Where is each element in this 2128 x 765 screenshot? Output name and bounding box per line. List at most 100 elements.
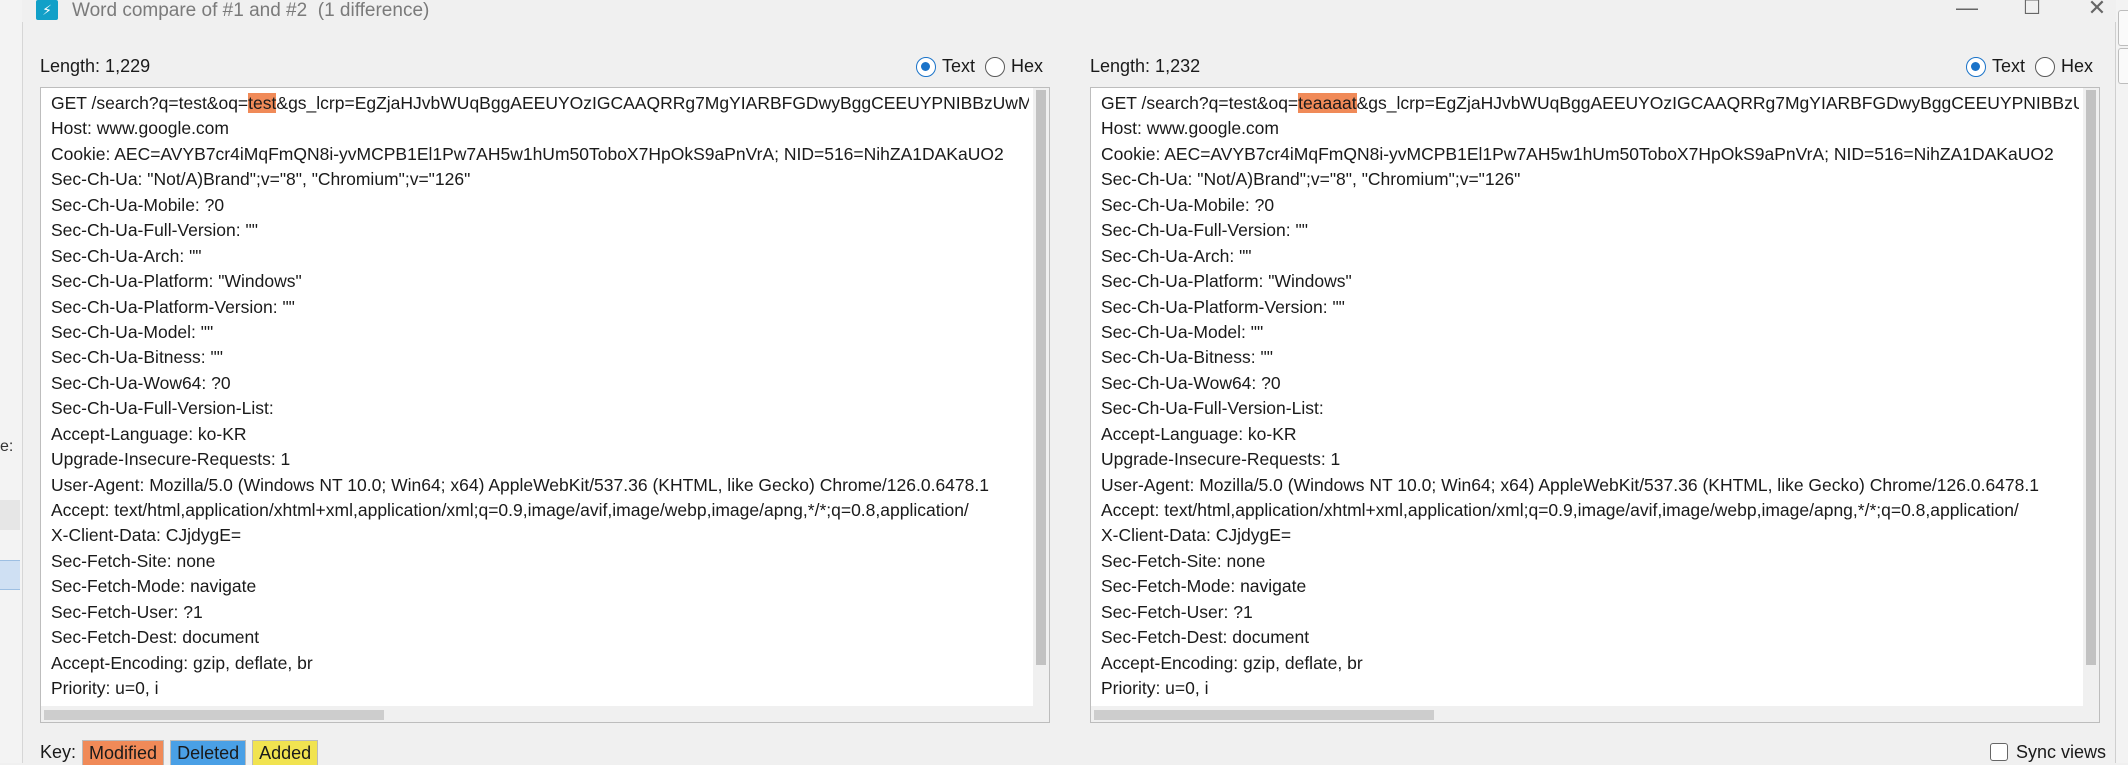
text-segment: X-Client-Data: CJjdygE= [1101, 525, 1292, 546]
text-segment: Sec-Ch-Ua-Full-Version: "" [51, 220, 258, 241]
left-hex-radio[interactable]: Hex [985, 56, 1043, 77]
text-segment: Sec-Fetch-Site: none [51, 550, 216, 571]
right-pane-header: Length: 1,232 Text Hex [1090, 56, 2102, 80]
text-segment: GET /search?q=test&oq= [1101, 93, 1299, 113]
text-segment: Sec-Ch-Ua-Model: "" [51, 321, 214, 342]
text-line: GET /search?q=test&oq=teaaaat&gs_lcrp=Eg… [1101, 91, 2079, 116]
left-text-lines: GET /search?q=test&oq=test&gs_lcrp=EgZja… [51, 91, 1029, 702]
right-horizontal-scroll-thumb[interactable] [1094, 710, 1434, 720]
text-segment: User-Agent: Mozilla/5.0 (Windows NT 10.0… [1101, 474, 2039, 495]
radio-unselected-icon [985, 56, 1006, 77]
text-segment: Sec-Ch-Ua: "Not/A)Brand";v="8", "Chromiu… [51, 169, 471, 190]
text-line: Sec-Ch-Ua-Platform-Version: "" [1101, 295, 2079, 320]
text-line: Accept-Encoding: gzip, deflate, br [1101, 651, 2079, 676]
text-line: X-Client-Data: CJjdygE= [1101, 523, 2079, 548]
text-segment: Cookie: AEC=AVYB7cr4iMqFmQN8i-yvMCPB1El1… [1101, 143, 2054, 164]
left-text-area[interactable]: GET /search?q=test&oq=test&gs_lcrp=EgZja… [40, 87, 1050, 723]
text-line: Sec-Fetch-Site: none [51, 549, 1029, 574]
sync-views-label: Sync views [2016, 741, 2107, 762]
text-segment: Upgrade-Insecure-Requests: 1 [1101, 449, 1341, 470]
text-segment: User-Agent: Mozilla/5.0 (Windows NT 10.0… [51, 474, 989, 495]
text-line: Sec-Ch-Ua-Full-Version-List: [1101, 396, 2079, 421]
text-line: Accept: text/html,application/xhtml+xml,… [1101, 498, 2079, 523]
modified-word-highlight: test [248, 93, 277, 113]
modified-key-badge: Modified [82, 739, 165, 765]
text-line: Sec-Fetch-Dest: document [51, 625, 1029, 650]
right-horizontal-scrollbar[interactable] [1091, 706, 2099, 722]
text-line: Sec-Fetch-Mode: navigate [1101, 574, 2079, 599]
text-line: User-Agent: Mozilla/5.0 (Windows NT 10.0… [51, 473, 1029, 498]
left-text-radio-label: Text [942, 56, 976, 76]
sync-views-checkbox[interactable]: Sync views [1990, 740, 2106, 764]
radio-unselected-icon [2035, 56, 2056, 77]
maximize-button[interactable]: ☐ [2017, 0, 2047, 22]
text-segment: Accept-Language: ko-KR [51, 423, 247, 444]
text-segment: Priority: u=0, i [1101, 678, 1209, 699]
text-line: Sec-Fetch-Mode: navigate [51, 574, 1029, 599]
left-horizontal-scroll-thumb[interactable] [44, 710, 384, 720]
left-horizontal-scrollbar[interactable] [41, 706, 1049, 722]
text-line: GET /search?q=test&oq=test&gs_lcrp=EgZja… [51, 91, 1029, 116]
text-segment: Sec-Fetch-Dest: document [51, 627, 260, 648]
window-title: Word compare of #1 and #2 (1 difference) [72, 0, 430, 21]
text-segment: Accept-Encoding: gzip, deflate, br [1101, 652, 1363, 673]
deleted-key-badge: Deleted [170, 739, 247, 765]
text-line: Accept-Language: ko-KR [51, 422, 1029, 447]
right-vertical-scrollbar[interactable] [2083, 88, 2099, 706]
left-vertical-scrollbar[interactable] [1033, 88, 1049, 706]
text-line: Sec-Ch-Ua-Full-Version-List: [51, 396, 1029, 421]
minimize-button[interactable]: — [1952, 0, 1982, 22]
text-segment: Sec-Ch-Ua-Mobile: ?0 [51, 194, 225, 215]
text-line: Sec-Fetch-Dest: document [1101, 625, 2079, 650]
text-segment: Sec-Ch-Ua-Full-Version-List: [51, 398, 274, 419]
text-line: Sec-Ch-Ua-Wow64: ?0 [1101, 371, 2079, 396]
right-text-radio[interactable]: Text [1966, 56, 2025, 77]
right-vertical-scroll-thumb[interactable] [2086, 90, 2096, 665]
right-mode-radio-group: Text Hex [1956, 56, 2093, 77]
close-button[interactable]: ✕ [2082, 0, 2112, 22]
right-text-lines: GET /search?q=test&oq=teaaaat&gs_lcrp=Eg… [1101, 91, 2079, 702]
left-pane-header: Length: 1,229 Text Hex [40, 56, 1052, 80]
text-segment: Sec-Ch-Ua-Arch: "" [51, 245, 202, 266]
text-line: User-Agent: Mozilla/5.0 (Windows NT 10.0… [1101, 473, 2079, 498]
background-window-edge: e: [0, 0, 23, 763]
text-segment: Sec-Fetch-User: ?1 [1101, 601, 1253, 622]
checkbox-unchecked-icon [1990, 743, 2008, 761]
text-segment: Sec-Ch-Ua-Platform: "Windows" [51, 271, 302, 292]
text-line: Upgrade-Insecure-Requests: 1 [1101, 447, 2079, 472]
right-hex-radio[interactable]: Hex [2035, 56, 2093, 77]
text-segment: Sec-Ch-Ua: "Not/A)Brand";v="8", "Chromiu… [1101, 169, 1521, 190]
background-fragment-box [2118, 48, 2128, 84]
text-segment: Sec-Ch-Ua-Platform-Version: "" [1101, 296, 1345, 317]
right-text-area[interactable]: GET /search?q=test&oq=teaaaat&gs_lcrp=Eg… [1090, 87, 2100, 723]
text-line: Sec-Ch-Ua-Model: "" [1101, 320, 2079, 345]
text-line: Sec-Ch-Ua: "Not/A)Brand";v="8", "Chromiu… [1101, 167, 2079, 192]
text-line: Sec-Ch-Ua-Platform-Version: "" [51, 295, 1029, 320]
text-line: Accept: text/html,application/xhtml+xml,… [51, 498, 1029, 523]
text-line: Priority: u=0, i [1101, 676, 2079, 701]
text-line: Sec-Ch-Ua-Wow64: ?0 [51, 371, 1029, 396]
title-bar[interactable]: ⚡ Word compare of #1 and #2 (1 differenc… [22, 0, 2116, 22]
text-line: Cookie: AEC=AVYB7cr4iMqFmQN8i-yvMCPB1El1… [51, 142, 1029, 167]
text-segment: Host: www.google.com [51, 118, 229, 139]
background-fragment-text: e: [0, 438, 14, 455]
text-segment: Accept: text/html,application/xhtml+xml,… [51, 500, 969, 520]
left-vertical-scroll-thumb[interactable] [1036, 90, 1046, 665]
text-segment: Sec-Ch-Ua-Wow64: ?0 [1101, 372, 1281, 393]
text-line: Host: www.google.com [51, 116, 1029, 141]
text-segment: Accept-Language: ko-KR [1101, 423, 1297, 444]
text-line: Sec-Ch-Ua-Bitness: "" [51, 345, 1029, 370]
text-segment: Cookie: AEC=AVYB7cr4iMqFmQN8i-yvMCPB1El1… [51, 143, 1004, 164]
text-line: Sec-Fetch-User: ?1 [51, 600, 1029, 625]
right-length-label: Length: 1,232 [1090, 56, 1201, 76]
text-line: Sec-Fetch-Site: none [1101, 549, 2079, 574]
text-segment: Sec-Ch-Ua-Bitness: "" [1101, 347, 1273, 368]
text-line: Sec-Ch-Ua-Platform: "Windows" [51, 269, 1029, 294]
text-line: Sec-Ch-Ua-Full-Version: "" [51, 218, 1029, 243]
text-line: Sec-Ch-Ua-Model: "" [51, 320, 1029, 345]
text-line: X-Client-Data: CJjdygE= [51, 523, 1029, 548]
key-label: Key: [40, 741, 77, 762]
text-line: Sec-Ch-Ua-Arch: "" [1101, 244, 2079, 269]
left-text-radio[interactable]: Text [916, 56, 975, 77]
text-line: Cookie: AEC=AVYB7cr4iMqFmQN8i-yvMCPB1El1… [1101, 142, 2079, 167]
